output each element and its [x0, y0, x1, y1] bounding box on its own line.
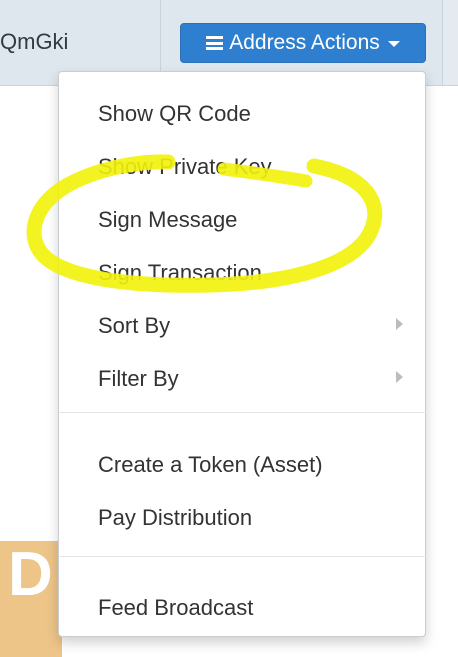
menu-item-label: Pay Distribution [98, 505, 253, 530]
menu-item-label: Feed Broadcast [98, 595, 254, 620]
menu-item-show-private-key[interactable]: Show Private Key [59, 141, 425, 187]
menu-item-label: Show Private Key [98, 154, 272, 179]
menu-item-sort-by[interactable]: Sort By [59, 300, 425, 346]
menu-item-feed-broadcast[interactable]: Feed Broadcast [59, 582, 425, 628]
chevron-right-icon [396, 318, 403, 330]
menu-item-pay-distribution[interactable]: Pay Distribution [59, 492, 425, 538]
menu-item-create-token[interactable]: Create a Token (Asset) [59, 439, 425, 485]
hamburger-icon [206, 36, 224, 50]
menu-item-label: Sign Transaction [98, 260, 262, 285]
address-actions-button[interactable]: Address Actions [180, 23, 426, 63]
caret-down-icon [387, 41, 400, 47]
menu-item-label: Sign Message [98, 207, 238, 232]
menu-item-label: Sort By [98, 313, 171, 338]
background-thumbnail: D [0, 541, 62, 657]
app-window: QmGki Address Actions D Show QR Code Sho… [0, 0, 458, 657]
menu-item-show-qr-code[interactable]: Show QR Code [59, 88, 425, 134]
menu-item-sign-message[interactable]: Sign Message [59, 194, 425, 240]
address-fragment: QmGki [0, 29, 69, 54]
address-actions-label: Address Actions [229, 31, 380, 54]
menu-item-label: Filter By [98, 366, 179, 391]
address-actions-dropdown-menu: Show QR Code Show Private Key Sign Messa… [58, 71, 426, 637]
menu-item-sign-transaction[interactable]: Sign Transaction [59, 247, 425, 293]
menu-divider [60, 412, 426, 413]
chevron-right-icon [396, 371, 403, 383]
thumbnail-letter: D [8, 540, 53, 609]
menu-divider [60, 556, 426, 557]
next-column-cell [443, 0, 458, 85]
menu-item-label: Show QR Code [98, 101, 251, 126]
menu-item-label: Create a Token (Asset) [98, 452, 323, 477]
menu-item-filter-by[interactable]: Filter By [59, 353, 425, 399]
